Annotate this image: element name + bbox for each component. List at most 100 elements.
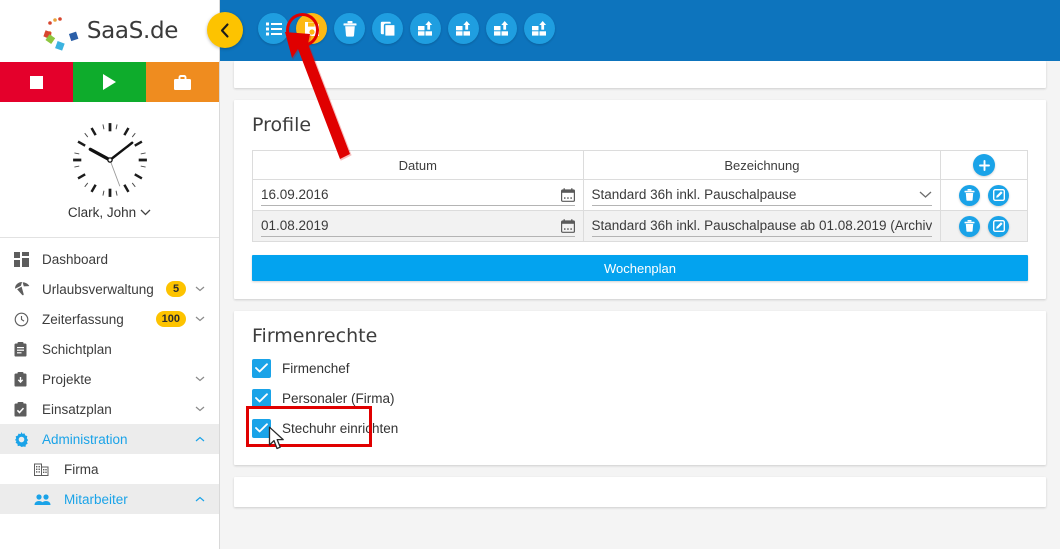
section-title: Firmenrechte (252, 325, 378, 347)
sidebar-item-mitarbeiter[interactable]: Mitarbeiter (0, 484, 219, 514)
sidebar-item-schichtplan[interactable]: Schichtplan (0, 334, 219, 364)
chevron-down-icon[interactable] (195, 403, 205, 415)
checkbox-label: Stechuhr einrichten (282, 420, 399, 436)
table-header-row: Datum Bezeichnung (252, 150, 1028, 180)
cell-actions (940, 179, 1028, 211)
checkbox-label: Personaler (Firma) (282, 390, 395, 406)
table-row: Standard 36h inkl. Pauschalpause ab 01.0… (252, 210, 1028, 242)
application-window: SaaS.de Clark, John Dashboard Urlaubsver… (0, 0, 1060, 549)
chevron-down-icon[interactable] (919, 191, 932, 199)
date-field-wrapper[interactable] (261, 184, 575, 206)
user-name-dropdown[interactable]: Clark, John (68, 205, 151, 220)
chevron-down-icon[interactable] (195, 373, 205, 385)
sidebar-nav: Dashboard Urlaubsverwaltung 5 Zeiterfass… (0, 242, 219, 514)
cell-actions (940, 210, 1028, 242)
chevron-up-icon[interactable] (195, 493, 205, 505)
checkbox-stechuhr[interactable] (252, 418, 271, 438)
profile-table: Datum Bezeichnung 16.09.2016 Standard 36… (252, 150, 1028, 242)
description-select-wrapper[interactable]: Standard 36h inkl. Pauschalpause (591, 184, 933, 206)
play-button[interactable] (73, 62, 146, 102)
sidebar-item-projekte[interactable]: Projekte (0, 364, 219, 394)
trash-icon (964, 189, 975, 201)
checkbox-firmenchef[interactable] (252, 358, 271, 378)
badge-count: 100 (155, 311, 186, 327)
edit-icon (992, 189, 1005, 201)
check-icon (255, 423, 268, 433)
copy-icon (380, 21, 396, 37)
description-value: Standard 36h inkl. Pauschalpause (591, 187, 797, 202)
edit-row-button[interactable] (988, 215, 1010, 237)
table-row: Standard 36h inkl. Pauschalpause (252, 179, 1028, 211)
sidebar: SaaS.de Clark, John Dashboard Urlaubsver… (0, 0, 220, 549)
business-trip-button[interactable] (146, 62, 219, 102)
clipboard-check-icon (14, 401, 36, 417)
checkbox-row-firmenchef[interactable]: Firmenchef (252, 353, 1028, 383)
copy-button[interactable] (372, 13, 403, 44)
sidebar-item-label: Schichtplan (42, 341, 112, 357)
module-button-1[interactable] (410, 13, 441, 44)
save-button[interactable] (296, 13, 327, 44)
profile-card: Profile Datum Bezeichnung 16.09.2016 Sta… (234, 100, 1046, 299)
sidebar-item-label: Projekte (42, 371, 92, 387)
project-box-icon (14, 371, 36, 387)
briefcase-icon (174, 74, 191, 90)
dashboard-grid-icon (14, 251, 36, 267)
brand-header[interactable]: SaaS.de (0, 0, 219, 62)
clock-icon (14, 312, 36, 327)
list-icon (265, 22, 282, 35)
sidebar-item-label: Urlaubsverwaltung (42, 281, 154, 297)
stop-button[interactable] (0, 62, 73, 102)
chevron-down-icon[interactable] (195, 313, 205, 325)
wochenplan-button[interactable]: Wochenplan (252, 255, 1028, 281)
checkbox-row-stechuhr[interactable]: Stechuhr einrichten (252, 413, 1028, 443)
sidebar-item-einsatzplan[interactable]: Einsatzplan (0, 394, 219, 424)
description-value: Standard 36h inkl. Pauschalpause ab 01.0… (591, 218, 933, 233)
badge-count: 5 (166, 281, 186, 297)
sidebar-item-label: Firma (64, 461, 99, 477)
building-icon (34, 462, 56, 476)
date-input[interactable] (261, 218, 561, 233)
sidebar-item-firma[interactable]: Firma (0, 454, 219, 484)
trash-icon (964, 220, 975, 232)
delete-row-button[interactable] (958, 184, 980, 206)
edit-icon (992, 220, 1005, 232)
checkbox-row-personaler[interactable]: Personaler (Firma) (252, 383, 1028, 413)
list-button[interactable] (258, 13, 289, 44)
rights-checkbox-list: Firmenchef Personaler (Firma) Stechuhr e… (252, 353, 1028, 443)
chevron-down-icon[interactable] (195, 283, 205, 295)
cell-date (252, 210, 584, 242)
page-title: Profile (252, 114, 312, 136)
cell-description: Standard 36h inkl. Pauschalpause ab 01.0… (582, 210, 942, 242)
edit-row-button[interactable] (988, 184, 1010, 206)
check-icon (255, 393, 268, 403)
toolbar-buttons (258, 13, 555, 44)
sidebar-item-dashboard[interactable]: Dashboard (0, 244, 219, 274)
delete-row-button[interactable] (958, 215, 980, 237)
gear-icon (14, 431, 36, 447)
sidebar-item-label: Dashboard (42, 251, 109, 267)
sidebar-item-label: Zeiterfassung (42, 311, 124, 327)
date-input[interactable] (261, 187, 561, 202)
sidebar-item-urlaubsverwaltung[interactable]: Urlaubsverwaltung 5 (0, 274, 219, 304)
module-button-4[interactable] (524, 13, 555, 44)
trash-icon (343, 20, 356, 37)
delete-button[interactable] (334, 13, 365, 44)
user-name-label: Clark, John (67, 205, 137, 220)
saas-dots-logo-icon (41, 10, 83, 52)
plus-icon (978, 159, 990, 171)
calendar-icon[interactable] (560, 187, 575, 202)
firmenrechte-card: Firmenrechte Firmenchef Personaler (Firm… (234, 311, 1046, 465)
module-button-2[interactable] (448, 13, 479, 44)
sidebar-item-zeiterfassung[interactable]: Zeiterfassung 100 (0, 304, 219, 334)
chevron-up-icon[interactable] (195, 433, 205, 445)
grid-arrow-icon (493, 21, 508, 36)
back-button[interactable] (207, 12, 243, 48)
checkbox-personaler[interactable] (252, 388, 271, 408)
user-clock-panel: Clark, John (0, 102, 219, 237)
date-field-wrapper[interactable] (261, 215, 575, 237)
sidebar-item-administration[interactable]: Administration (0, 424, 219, 454)
calendar-icon[interactable] (560, 218, 575, 233)
add-row-button[interactable] (973, 154, 996, 176)
module-button-3[interactable] (486, 13, 517, 44)
description-select-wrapper[interactable]: Standard 36h inkl. Pauschalpause ab 01.0… (591, 215, 933, 237)
